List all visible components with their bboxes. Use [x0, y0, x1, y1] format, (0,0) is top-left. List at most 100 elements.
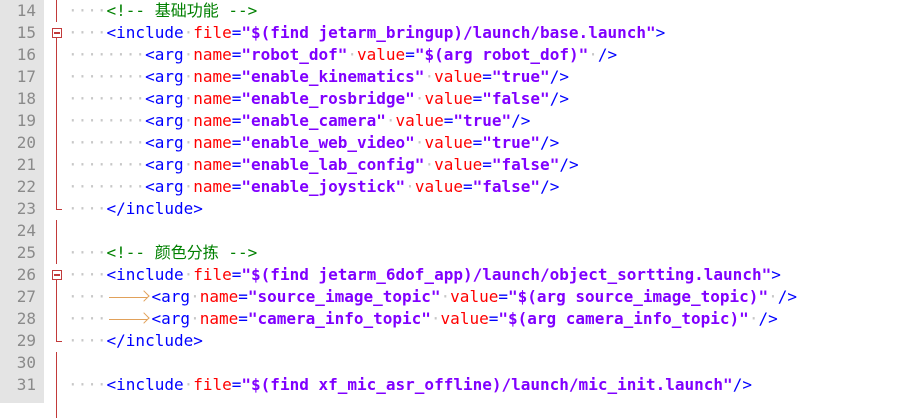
attr-name: file	[193, 265, 232, 284]
tag-close: >	[771, 265, 781, 284]
code-editor[interactable]: 14 ····<!-- 基础功能 --> 15 ····<include·fil…	[0, 0, 911, 418]
tag-close: />	[559, 155, 579, 174]
attr-value: "false"	[482, 89, 550, 108]
tag-open: <arg	[145, 45, 184, 64]
code-line-23[interactable]: 23 ····</include>	[0, 198, 911, 220]
attr-name: name	[193, 177, 232, 196]
tag-end: </include>	[106, 199, 203, 218]
attr-name: file	[193, 23, 232, 42]
equals: =	[482, 155, 492, 174]
attr-value: "true"	[491, 67, 550, 86]
fold-line	[48, 242, 62, 264]
attr-value: "$(find xf_mic_asr_offline)/launch/mic_i…	[241, 375, 733, 394]
line-number: 30	[16, 353, 36, 372]
tag-open: <arg	[151, 309, 191, 328]
code-line-partial[interactable]	[0, 396, 911, 418]
line-number: 15	[16, 23, 36, 42]
code-line-30[interactable]: 30	[0, 352, 911, 374]
tag-open: <arg	[145, 133, 184, 152]
attr-name: name	[193, 45, 232, 64]
tag-open: <include	[106, 23, 184, 42]
tab-arrow-icon	[107, 308, 152, 330]
fold-line	[48, 220, 62, 242]
tag-end: </include>	[106, 331, 203, 350]
fold-line	[48, 352, 62, 374]
attr-name: name	[193, 67, 232, 86]
fold-line	[48, 132, 62, 154]
code-line-15[interactable]: 15 ····<include·file="$(find jetarm_brin…	[0, 22, 911, 44]
code-line-29[interactable]: 29 ····</include>	[0, 330, 911, 352]
line-number: 26	[16, 265, 36, 284]
tag-open: <arg	[151, 287, 191, 306]
fold-line	[48, 286, 62, 308]
fold-line	[48, 110, 62, 132]
equals: =	[462, 177, 473, 196]
code-line-27[interactable]: 27 ···· <arg·name="source_image_topic"·va…	[0, 286, 911, 308]
code-line-19[interactable]: 19 ········<arg·name="enable_camera"·val…	[0, 110, 911, 132]
attr-name: value	[414, 177, 463, 196]
line-number: 27	[16, 287, 36, 306]
fold-collapse-icon[interactable]	[48, 22, 62, 44]
code-line-25[interactable]: 25 ····<!-- 颜色分拣 -->	[0, 242, 911, 264]
tag-close: />	[540, 177, 560, 196]
line-number: 23	[16, 199, 36, 218]
tag-close: />	[777, 287, 797, 306]
fold-line	[48, 308, 62, 330]
attr-value: "$(arg source_image_topic)"	[507, 287, 769, 306]
fold-line	[48, 66, 62, 88]
equals: =	[231, 177, 242, 196]
line-number: 29	[16, 331, 36, 350]
code-line-22[interactable]: 22 ········<arg·name="enable_joystick"·v…	[0, 176, 911, 198]
code-line-20[interactable]: 20 ········<arg·name="enable_web_video"·…	[0, 132, 911, 154]
attr-value: "robot_dof"	[241, 45, 348, 64]
equals: =	[231, 45, 242, 64]
equals: =	[238, 309, 248, 328]
attr-value: "false"	[491, 155, 560, 174]
fold-line	[48, 154, 62, 176]
tag-close: />	[540, 133, 560, 152]
attr-name: name	[193, 155, 232, 174]
attr-value: "source_image_topic"	[247, 287, 441, 306]
line-number: 19	[16, 111, 36, 130]
equals: =	[443, 111, 454, 130]
code-line-31[interactable]: 31 ····<include·file="$(find xf_mic_asr_…	[0, 374, 911, 396]
tag-close: />	[732, 375, 752, 394]
tag-open: <arg	[145, 111, 184, 130]
line-number: 25	[16, 243, 36, 262]
fold-line	[48, 374, 62, 396]
code-line-18[interactable]: 18 ········<arg·name="enable_rosbridge"·…	[0, 88, 911, 110]
tag-close: />	[511, 111, 531, 130]
equals: =	[231, 375, 242, 394]
fold-collapse-icon[interactable]	[48, 264, 62, 286]
equals: =	[405, 45, 415, 64]
code-line-24[interactable]: 24	[0, 220, 911, 242]
tag-open: <arg	[145, 67, 184, 86]
line-number: 24	[16, 221, 36, 240]
equals: =	[238, 287, 248, 306]
attr-name: value	[450, 287, 499, 306]
tag-close: />	[597, 45, 618, 64]
code-line-17[interactable]: 17 ········<arg·name="enable_kinematics"…	[0, 66, 911, 88]
fold-end	[48, 330, 62, 352]
attr-value: "enable_rosbridge"	[241, 89, 415, 108]
comment-close: -->	[218, 243, 258, 262]
code-line-14[interactable]: 14 ····<!-- 基础功能 -->	[0, 0, 911, 22]
comment-text: 基础功能	[154, 1, 219, 20]
attr-value: "true"	[453, 111, 512, 130]
code-line-16[interactable]: 16 ········<arg·name="robot_dof"·value="…	[0, 44, 911, 66]
tag-close: />	[549, 67, 569, 86]
equals: =	[231, 133, 242, 152]
attr-value: "false"	[472, 177, 541, 196]
attr-name: value	[424, 89, 473, 108]
attr-name: file	[193, 375, 232, 394]
fold-end	[48, 198, 62, 220]
code-line-21[interactable]: 21 ········<arg·name="enable_lab_config"…	[0, 154, 911, 176]
code-line-26[interactable]: 26 ····<include·file="$(find jetarm_6dof…	[0, 264, 911, 286]
code-line-28[interactable]: 28 ···· <arg·name="camera_info_topic"·val…	[0, 308, 911, 330]
equals: =	[231, 23, 242, 42]
fold-line	[48, 396, 62, 418]
comment-close: -->	[218, 1, 258, 20]
equals: =	[488, 309, 499, 328]
comment-open: <!--	[106, 1, 155, 20]
attr-value: "$(arg robot_dof)"	[414, 45, 589, 64]
